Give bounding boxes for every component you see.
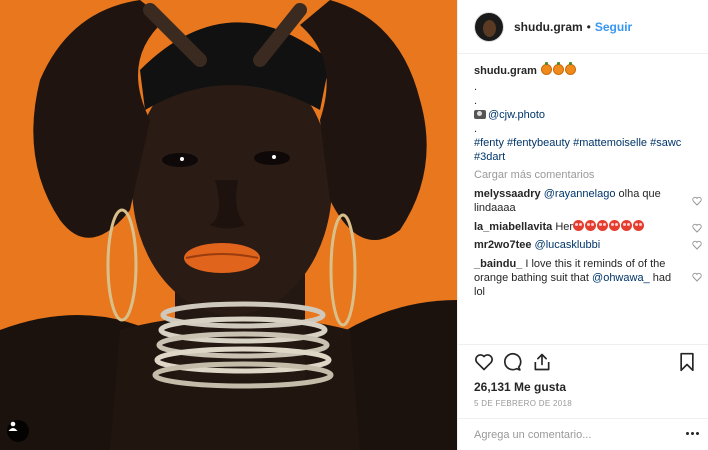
- user-tag-icon[interactable]: [7, 420, 29, 442]
- post-photo[interactable]: [0, 0, 457, 450]
- comment-item: melyssaadry @rayannelago olha que lindaa…: [474, 187, 684, 215]
- comment-text: I love this it reminds of of the: [522, 258, 666, 270]
- header-username[interactable]: shudu.gram: [514, 20, 583, 34]
- tangerine-emoji-icon: [565, 62, 577, 75]
- hashtags-line[interactable]: #3dart: [474, 150, 699, 164]
- post-header: shudu.gram • Seguir: [458, 0, 708, 54]
- comment-username[interactable]: mr2wo7tee: [474, 239, 531, 251]
- comment-bubble-icon[interactable]: [502, 352, 522, 372]
- like-comment-heart-icon[interactable]: [692, 240, 702, 250]
- heart-eyes-emoji-icon: [609, 220, 621, 231]
- follow-button[interactable]: Seguir: [595, 20, 632, 34]
- comment-item: _baindu_ I love this it reminds of of th…: [474, 257, 684, 299]
- heart-eyes-emoji-icon: [573, 220, 585, 231]
- like-comment-heart-icon[interactable]: [692, 196, 702, 206]
- post-date[interactable]: 5 de febrero de 2018: [474, 399, 572, 408]
- comment-mention[interactable]: @rayannelago: [544, 188, 616, 200]
- caption-username[interactable]: shudu.gram: [474, 65, 537, 77]
- comment-username[interactable]: melyssaadry: [474, 188, 541, 200]
- comment-username[interactable]: la_miabellavita: [474, 221, 552, 233]
- avatar[interactable]: [474, 11, 504, 42]
- comment-username[interactable]: _baindu_: [474, 258, 522, 270]
- add-comment-bar: [458, 418, 708, 450]
- share-icon[interactable]: [532, 352, 552, 372]
- like-comment-heart-icon[interactable]: [692, 272, 702, 282]
- likes-count[interactable]: 26,131 Me gusta: [474, 380, 566, 394]
- comment-text: lindaaaa: [474, 202, 516, 214]
- comment-text: Her: [555, 221, 574, 233]
- comment-mention[interactable]: @lucasklubbi: [535, 239, 601, 251]
- tangerine-emoji-icon: [553, 62, 565, 75]
- comment-text: olha que: [615, 188, 661, 200]
- comment-text: orange bathing suit that: [474, 272, 593, 284]
- heart-eyes-emoji-icon: [633, 220, 645, 231]
- heart-eyes-emoji-icon: [597, 220, 609, 231]
- instagram-post: shudu.gram • Seguir shudu.gram . . @cjw.…: [0, 0, 708, 450]
- comment-item: la_miabellavita Her: [474, 220, 684, 234]
- photo-credit-link[interactable]: @cjw.photo: [488, 109, 545, 121]
- person-icon: [8, 421, 18, 431]
- heart-eyes-emoji-icon: [585, 220, 597, 231]
- comment-text: had: [649, 272, 672, 284]
- like-comment-heart-icon[interactable]: [692, 223, 702, 233]
- like-heart-icon[interactable]: [474, 352, 494, 372]
- comment-mention[interactable]: @ohwawa_: [592, 272, 650, 284]
- header-separator: •: [586, 19, 591, 34]
- bookmark-icon[interactable]: [678, 352, 696, 372]
- post-caption: shudu.gram . . @cjw.photo . #fenty #fent…: [474, 62, 699, 164]
- tangerine-emoji-icon: [541, 62, 553, 75]
- portrait-illustration: [0, 0, 457, 450]
- comment-input[interactable]: [474, 428, 674, 441]
- hashtags-line[interactable]: #fenty #fentybeauty #mattemoiselle #sawc: [474, 136, 699, 150]
- heart-eyes-emoji-icon: [621, 220, 633, 231]
- more-options-icon[interactable]: [686, 432, 699, 435]
- comment-item: mr2wo7tee @lucasklubbi: [474, 238, 684, 252]
- camera-emoji-icon: [474, 110, 486, 119]
- post-side-panel: shudu.gram • Seguir shudu.gram . . @cjw.…: [457, 0, 708, 450]
- caption-dot: .: [474, 95, 478, 107]
- caption-dot: .: [474, 81, 478, 93]
- actions-divider: [458, 344, 708, 345]
- caption-dot: .: [474, 123, 478, 135]
- comment-text: lol: [474, 286, 486, 298]
- load-more-comments-link[interactable]: Cargar más comentarios: [474, 169, 594, 181]
